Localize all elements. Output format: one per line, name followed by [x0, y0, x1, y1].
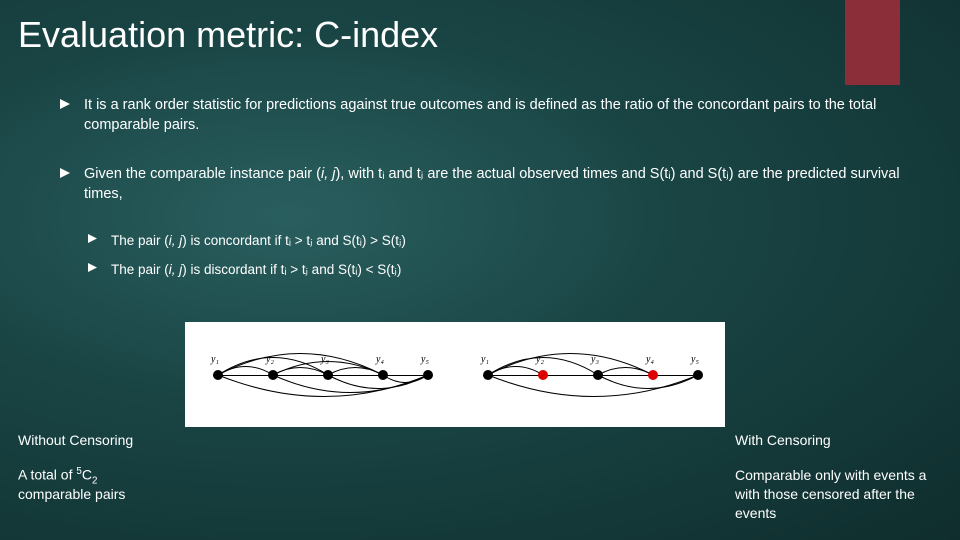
content-area: It is a rank order statistic for predict…: [60, 95, 900, 290]
node-label: y₄: [376, 354, 384, 365]
node-censored: [648, 370, 658, 380]
node: [213, 370, 223, 380]
node-label: y₃: [321, 354, 329, 365]
triangle-icon: [60, 99, 70, 109]
bullet-1: It is a rank order statistic for predict…: [60, 95, 900, 136]
left-caption: Without Censoring A total of 5C2 compara…: [18, 432, 133, 502]
left-heading: Without Censoring: [18, 432, 133, 448]
triangle-icon: [88, 263, 97, 272]
bullet-1-text: It is a rank order statistic for predict…: [84, 95, 900, 136]
accent-bar: [845, 0, 900, 85]
graph-with-censoring: y₁ y₂ y₃ y₄ y₅: [465, 330, 715, 420]
node-label: y₂: [266, 354, 274, 365]
node: [483, 370, 493, 380]
page-title: Evaluation metric: C-index: [18, 14, 438, 56]
node-label: y₅: [421, 354, 429, 365]
bullet-2: Given the comparable instance pair (i, j…: [60, 164, 900, 205]
node: [268, 370, 278, 380]
node: [378, 370, 388, 380]
right-heading: With Censoring: [735, 432, 926, 448]
graph-without-censoring: y₁ y₂ y₃ y₄ y₅: [195, 330, 445, 420]
right-caption: With Censoring Comparable only with even…: [735, 432, 926, 523]
diagram: y₁ y₂ y₃ y₄ y₅ y₁ y₂ y₃ y₄ y₅: [185, 322, 725, 427]
sub-bullet-2-text: The pair (i, j) is discordant if tᵢ > tⱼ…: [111, 261, 401, 280]
left-body: A total of 5C2 comparable pairs: [18, 466, 133, 502]
sub-bullet-2: The pair (i, j) is discordant if tᵢ > tⱼ…: [88, 261, 900, 280]
node-label: y₅: [691, 354, 699, 365]
node-censored: [538, 370, 548, 380]
node-label: y₄: [646, 354, 654, 365]
node-label: y₁: [211, 354, 219, 365]
node: [593, 370, 603, 380]
sub-bullet-1: The pair (i, j) is concordant if tᵢ > tⱼ…: [88, 232, 900, 251]
arcs-left: [195, 330, 445, 420]
triangle-icon: [88, 234, 97, 243]
right-body: Comparable only with events a with those…: [735, 466, 926, 523]
node-label: y₂: [536, 354, 544, 365]
bullet-2-text: Given the comparable instance pair (i, j…: [84, 164, 900, 205]
node: [323, 370, 333, 380]
node-label: y₃: [591, 354, 599, 365]
triangle-icon: [60, 168, 70, 178]
node-label: y₁: [481, 354, 489, 365]
sub-bullet-1-text: The pair (i, j) is concordant if tᵢ > tⱼ…: [111, 232, 406, 251]
node: [423, 370, 433, 380]
node: [693, 370, 703, 380]
arcs-right: [465, 330, 715, 420]
